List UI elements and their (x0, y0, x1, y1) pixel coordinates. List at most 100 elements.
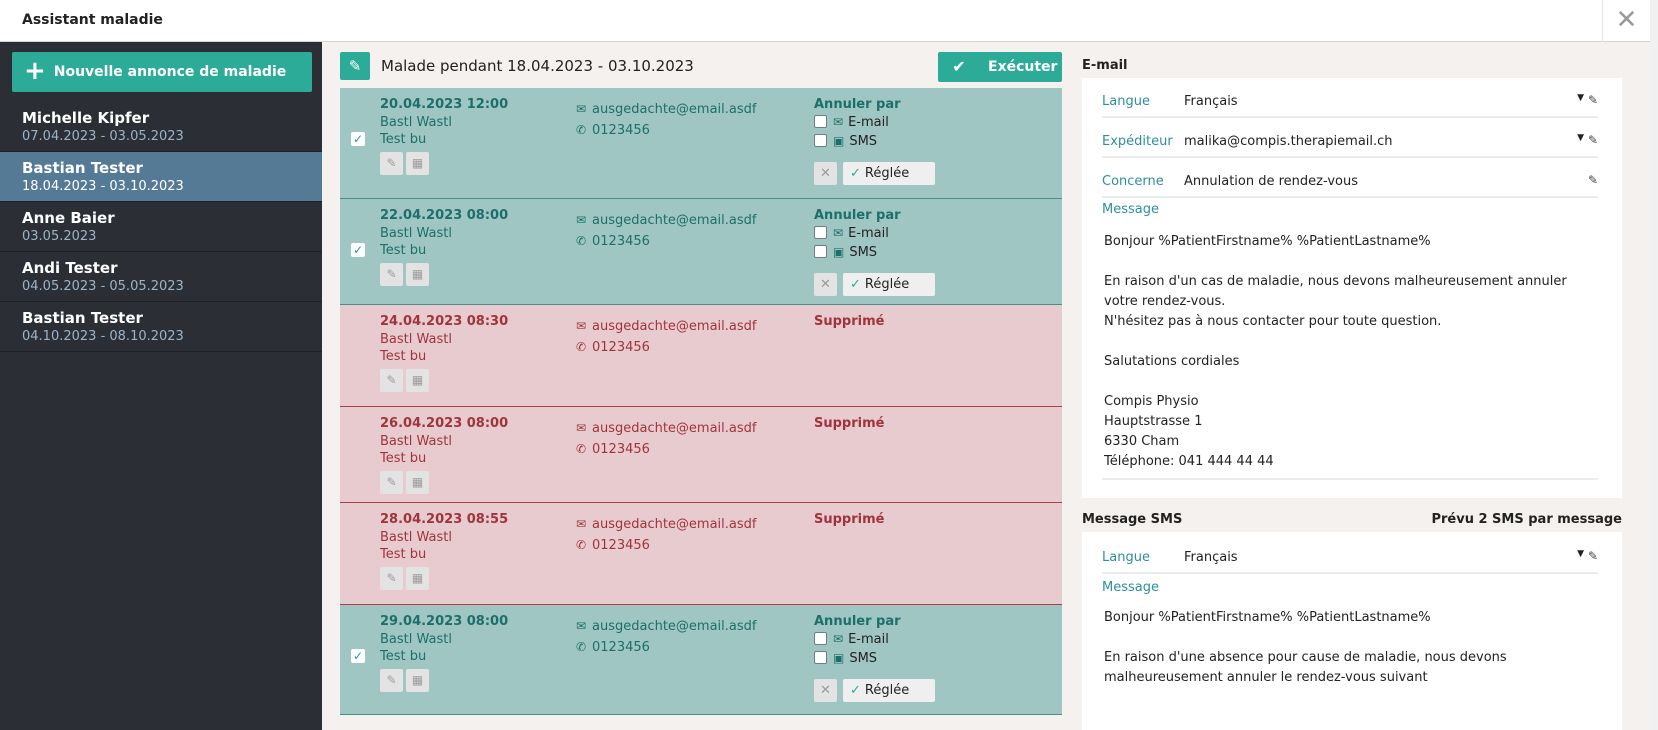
divider (1102, 478, 1598, 480)
board-icon: ▦ (411, 156, 424, 170)
notify-email-option[interactable]: ✉ E-mail (814, 632, 889, 647)
notify-email-label: E-mail (848, 115, 889, 130)
contact-info: ✉ ausgedachte@email.asdf ✆ 0123456 (576, 210, 756, 252)
notify-sms-checkbox[interactable] (814, 134, 827, 147)
calendar-board-button[interactable]: ▦ (406, 471, 429, 494)
email-message-body[interactable]: Bonjour %PatientFirstname% %PatientLastn… (1104, 232, 1594, 472)
email-message-label: Message (1102, 202, 1159, 217)
patient-name: Bastl Wastl (380, 226, 452, 241)
patient-name: Bastl Wastl (380, 434, 452, 449)
phone-icon: ✆ (576, 538, 587, 552)
close-button[interactable]: ✕ (1602, 0, 1650, 42)
mark-done-button[interactable]: ✓ Réglée (843, 162, 935, 185)
notify-email-option[interactable]: ✉ E-mail (814, 226, 889, 241)
close-icon: ✕ (820, 683, 831, 698)
edit-appointment-button[interactable]: ✎ (380, 263, 403, 286)
notify-sms-option[interactable]: ▣ SMS (814, 651, 877, 666)
notify-sms-label: SMS (849, 651, 878, 666)
calendar-board-button[interactable]: ▦ (406, 369, 429, 392)
appointment-select-checkbox[interactable]: ✓ (351, 243, 365, 257)
email-sender-select[interactable]: Expéditeur malika@compis.therapiemail.ch… (1102, 128, 1598, 158)
dropdown-arrow-icon: ▼ (1577, 133, 1584, 143)
sickness-list-item-active[interactable]: Bastian Tester 18.04.2023 - 03.10.2023 (0, 152, 322, 202)
sms-icon: ▣ (833, 134, 845, 148)
mark-done-button[interactable]: ✓ Réglée (843, 273, 935, 296)
edit-appointment-button[interactable]: ✎ (380, 369, 403, 392)
title-bar: Assistant maladie ✕ (0, 0, 1650, 42)
pencil-icon[interactable]: ✎ (1588, 549, 1598, 563)
edit-appointment-button[interactable]: ✎ (380, 152, 403, 175)
edit-appointment-button[interactable]: ✎ (380, 567, 403, 590)
notify-email-checkbox[interactable] (814, 226, 827, 239)
notify-sms-checkbox[interactable] (814, 245, 827, 258)
message-line: Compis Physio (1104, 394, 1199, 409)
phone-number: 0123456 (592, 234, 650, 249)
email-language-select[interactable]: Langue Français ▼ ✎ (1102, 88, 1598, 118)
message-line (1104, 372, 1594, 392)
scrollbar[interactable] (1650, 0, 1658, 730)
notify-email-option[interactable]: ✉ E-mail (814, 115, 889, 130)
treatment-name: Test bu (380, 451, 427, 466)
appointment-actions: ✎ ▦ (380, 471, 432, 494)
edit-appointment-button[interactable]: ✎ (380, 669, 403, 692)
board-icon: ▦ (411, 673, 424, 687)
pencil-icon: ✎ (386, 267, 397, 281)
pencil-icon: ✎ (386, 373, 397, 387)
pencil-icon[interactable]: ✎ (1588, 93, 1598, 107)
pencil-icon: ✎ (386, 571, 397, 585)
phone-number: 0123456 (592, 123, 650, 138)
appointment-select-checkbox[interactable]: ✓ (351, 132, 365, 146)
calendar-board-button[interactable]: ▦ (406, 263, 429, 286)
calendar-board-button[interactable]: ▦ (406, 152, 429, 175)
notify-sms-checkbox[interactable] (814, 651, 827, 664)
calendar-board-button[interactable]: ▦ (406, 567, 429, 590)
language-label: Langue (1102, 94, 1150, 109)
pencil-icon[interactable]: ✎ (1588, 173, 1598, 187)
check-icon: ✓ (850, 683, 861, 698)
pencil-icon[interactable]: ✎ (1588, 133, 1598, 147)
sms-message-body[interactable]: Bonjour %PatientFirstname% %PatientLastn… (1104, 608, 1594, 688)
notify-email-label: E-mail (848, 632, 889, 647)
notify-sms-option[interactable]: ▣ SMS (814, 134, 877, 149)
mark-done-label: Réglée (864, 166, 910, 181)
mark-done-button[interactable]: ✓ Réglée (843, 679, 935, 702)
appointment-row-deleted: 28.04.2023 08:55 Bastl Wastl Test bu ✎ ▦ … (340, 503, 1062, 605)
new-sickness-button[interactable]: + Nouvelle annonce de maladie (12, 52, 312, 92)
email-subject-field[interactable]: Concerne Annulation de rendez-vous ✎ (1102, 168, 1598, 198)
sickness-list-item[interactable]: Anne Baier 03.05.2023 (0, 202, 322, 252)
sickness-dates: 03.05.2023 (22, 229, 97, 244)
sickness-dates: 07.04.2023 - 03.05.2023 (22, 129, 184, 144)
board-icon: ▦ (411, 475, 424, 489)
sender-value: malika@compis.therapiemail.ch (1184, 134, 1393, 149)
dismiss-button[interactable]: ✕ (814, 273, 837, 296)
email-address: ausgedachte@email.asdf (592, 517, 757, 532)
notify-email-checkbox[interactable] (814, 115, 827, 128)
message-line (1104, 252, 1594, 272)
notify-email-checkbox[interactable] (814, 632, 827, 645)
patient-name: Bastian Tester (22, 159, 143, 177)
execute-button[interactable]: ✔ Exécuter (938, 52, 1062, 82)
deleted-status: Supprimé (814, 416, 885, 431)
dismiss-button[interactable]: ✕ (814, 162, 837, 185)
sms-language-select[interactable]: Langue Français ▼ ✎ (1102, 544, 1598, 574)
notify-sms-option[interactable]: ▣ SMS (814, 245, 877, 260)
appointment-info: Bastl Wastl Test bu (380, 225, 452, 259)
calendar-board-button[interactable]: ▦ (406, 669, 429, 692)
appointment-info: Bastl Wastl Test bu (380, 631, 452, 665)
patient-name: Andi Tester (22, 259, 118, 277)
sickness-list-item[interactable]: Michelle Kipfer 07.04.2023 - 03.05.2023 (0, 102, 322, 152)
sickness-list-item[interactable]: Bastian Tester 04.10.2023 - 08.10.2023 (0, 302, 322, 352)
email-address: ausgedachte@email.asdf (592, 319, 757, 334)
edit-period-button[interactable]: ✎ (340, 52, 370, 80)
appointment-datetime: 24.04.2023 08:30 (380, 314, 509, 329)
sickness-list-item[interactable]: Andi Tester 04.05.2023 - 05.05.2023 (0, 252, 322, 302)
email-section-heading: E-mail (1082, 58, 1128, 73)
patient-name: Bastl Wastl (380, 332, 452, 347)
appointment-select-checkbox[interactable]: ✓ (351, 649, 365, 663)
sms-icon: ▣ (833, 245, 845, 259)
message-line: Hauptstrasse 1 (1104, 414, 1203, 429)
contact-info: ✉ ausgedachte@email.asdf ✆ 0123456 (576, 418, 756, 460)
message-line: En raison d'une absence pour cause de ma… (1104, 650, 1507, 685)
edit-appointment-button[interactable]: ✎ (380, 471, 403, 494)
dismiss-button[interactable]: ✕ (814, 679, 837, 702)
